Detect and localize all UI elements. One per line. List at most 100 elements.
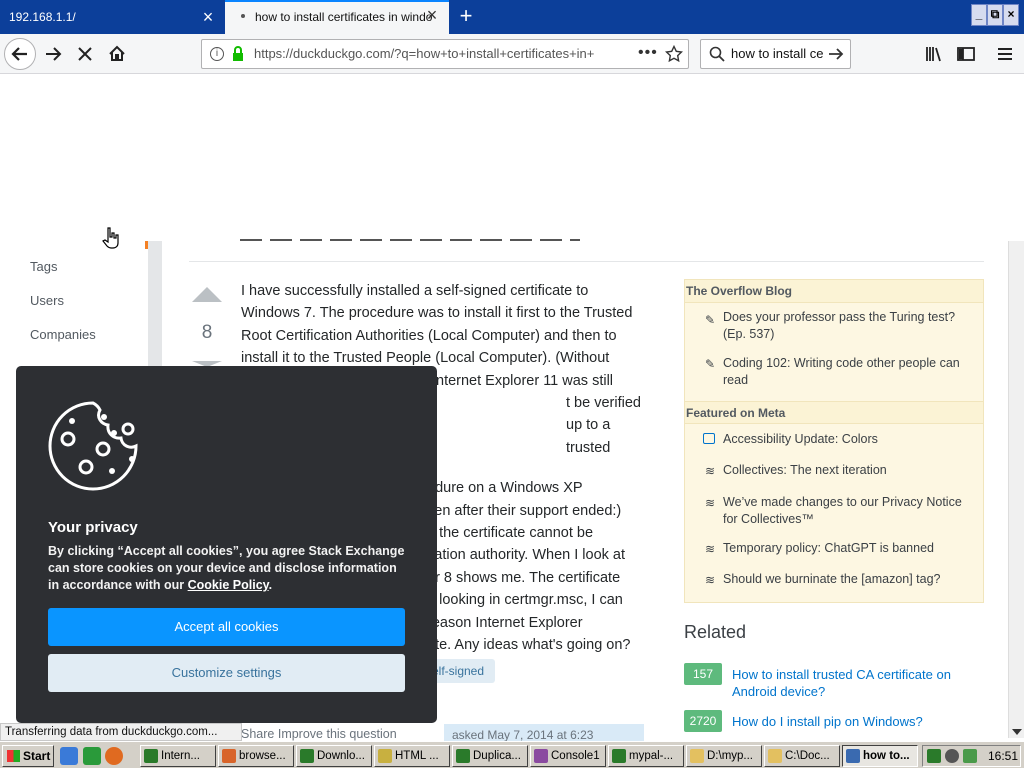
vote-count: 8	[201, 322, 213, 343]
task-label: Intern...	[161, 750, 200, 762]
stop-loading-icon[interactable]	[69, 38, 101, 70]
security-icon[interactable]	[963, 749, 977, 763]
url-bar[interactable]: i https://duckduckgo.com/?q=how+to+insta…	[201, 39, 689, 69]
tab-close-icon[interactable]: ×	[420, 0, 444, 34]
related-link[interactable]: How to install trusted CA certificate on…	[732, 666, 972, 700]
improve-link[interactable]: Improve this question	[278, 727, 397, 741]
task-app-icon	[534, 749, 548, 763]
clipped-text-line	[240, 237, 580, 243]
firefox-quicklaunch-icon[interactable]	[105, 747, 123, 765]
tab-search-active[interactable]: how to install certificates in windo	[225, 0, 449, 34]
left-accent-mark	[145, 241, 148, 249]
volume-icon[interactable]	[945, 749, 959, 763]
meta-link[interactable]: Collectives: The next iteration	[723, 462, 973, 479]
tab-label: how to install certificates in windo	[255, 10, 433, 24]
related-score-badge[interactable]: 2720	[684, 710, 722, 732]
customize-settings-button[interactable]: Customize settings	[48, 654, 405, 692]
task-label: how to...	[863, 750, 910, 762]
back-arrow-icon[interactable]	[4, 38, 36, 70]
upvote-arrow-icon[interactable]	[192, 287, 222, 302]
related-score-badge[interactable]: 157	[684, 663, 722, 685]
taskbar-task-button[interactable]: HTML ...	[374, 745, 450, 767]
task-label: Downlo...	[317, 750, 365, 762]
scroll-down-arrow-icon[interactable]	[1012, 729, 1022, 735]
taskbar-task-button[interactable]: browse...	[218, 745, 294, 767]
tab-router[interactable]: 192.168.1.1/	[0, 0, 222, 34]
blog-link[interactable]: Coding 102: Writing code other people ca…	[723, 355, 973, 389]
page-actions-icon[interactable]: •••	[638, 40, 658, 68]
search-input[interactable]: how to install ce	[731, 40, 827, 68]
search-go-arrow-icon[interactable]	[827, 45, 845, 63]
blog-heading: The Overflow Blog	[685, 280, 983, 303]
info-icon[interactable]: i	[210, 47, 224, 61]
sidebar-item-tags[interactable]: Tags	[30, 259, 57, 274]
network-icon[interactable]	[927, 749, 941, 763]
taskbar-task-button[interactable]: mypal-...	[608, 745, 684, 767]
answer-line: I have successfully installed a self-sig…	[241, 283, 589, 299]
task-app-icon	[300, 749, 314, 763]
accept-cookies-button[interactable]: Accept all cookies	[48, 608, 405, 646]
nav-toolbar: i https://duckduckgo.com/?q=how+to+insta…	[0, 34, 1024, 74]
stack-exchange-icon: ≋	[704, 496, 716, 510]
new-tab-button[interactable]: +	[450, 0, 482, 34]
sidebar-item-companies[interactable]: Companies	[30, 327, 96, 342]
overflow-blog-box: The Overflow Blog ✎ Does your professor …	[684, 279, 984, 603]
meta-link[interactable]: Should we burninate the [amazon] tag?	[723, 571, 973, 588]
task-app-icon	[612, 749, 626, 763]
related-link[interactable]: How do I install pip on Windows?	[732, 713, 972, 730]
taskbar-task-button[interactable]: Duplica...	[452, 745, 528, 767]
task-app-icon	[846, 749, 860, 763]
meta-link[interactable]: We’ve made changes to our Privacy Notice…	[723, 494, 973, 528]
task-label: Console1	[551, 750, 600, 762]
search-bar[interactable]: how to install ce	[700, 39, 851, 69]
blog-link[interactable]: Does your professor pass the Turing test…	[723, 309, 973, 343]
library-icon[interactable]	[918, 38, 950, 70]
loading-dot-icon	[241, 14, 245, 18]
url-text: https://duckduckgo.com/?q=how+to+install…	[254, 46, 595, 61]
clock: 16:51	[988, 749, 1019, 763]
cookie-title: Your privacy	[48, 519, 138, 536]
cookie-description: By clicking “Accept all cookies”, you ag…	[48, 543, 408, 594]
meta-link[interactable]: Accessibility Update: Colors	[723, 431, 973, 448]
sidebar-item-users[interactable]: Users	[30, 293, 64, 308]
taskbar-task-button[interactable]: C:\Doc...	[764, 745, 840, 767]
tab-close-icon[interactable]: ×	[196, 0, 220, 34]
system-tray: 16:51	[922, 745, 1021, 767]
sidebar-toggle-icon[interactable]	[950, 38, 982, 70]
start-label: Start	[23, 749, 51, 763]
taskbar-task-button[interactable]: Downlo...	[296, 745, 372, 767]
cookie-consent-dialog: Your privacy By clicking “Accept all coo…	[16, 366, 437, 723]
task-app-icon	[378, 749, 392, 763]
start-button[interactable]: Start	[2, 745, 54, 767]
minimize-button[interactable]: _	[971, 4, 987, 26]
tab-bar: 192.168.1.1/ × how to install certificat…	[0, 0, 1024, 34]
task-app-icon	[144, 749, 158, 763]
taskbar-task-button[interactable]: D:\myp...	[686, 745, 762, 767]
taskbar-task-button[interactable]: how to...	[842, 745, 918, 767]
task-label: mypal-...	[629, 750, 674, 762]
forward-arrow-icon[interactable]	[37, 38, 69, 70]
ie-quicklaunch-icon[interactable]	[60, 747, 78, 765]
page-scrollbar[interactable]	[1008, 241, 1024, 738]
search-icon	[709, 46, 725, 62]
pencil-icon: ✎	[704, 313, 716, 327]
share-link[interactable]: Share	[241, 727, 274, 741]
close-window-button[interactable]: ×	[1003, 4, 1019, 26]
menu-icon[interactable]	[989, 38, 1021, 70]
cookie-text-end: .	[268, 578, 273, 592]
home-icon[interactable]	[101, 38, 133, 70]
meta-link[interactable]: Temporary policy: ChatGPT is banned	[723, 540, 973, 557]
taskbar: Start Intern... browse... Downlo... HTML ..…	[0, 741, 1024, 768]
task-app-icon	[222, 749, 236, 763]
cookie-policy-link[interactable]: Cookie Policy	[188, 578, 269, 592]
bookmark-star-icon[interactable]	[664, 44, 684, 63]
task-app-icon	[690, 749, 704, 763]
pencil-icon: ✎	[704, 357, 716, 371]
taskbar-task-button[interactable]: Console1	[530, 745, 606, 767]
stack-exchange-icon: ≋	[704, 464, 716, 478]
task-app-icon	[768, 749, 782, 763]
taskbar-task-button[interactable]: Intern...	[140, 745, 216, 767]
restore-button[interactable]: ⧉	[987, 4, 1003, 26]
task-label: Duplica...	[473, 750, 521, 762]
show-desktop-icon[interactable]	[83, 747, 101, 765]
